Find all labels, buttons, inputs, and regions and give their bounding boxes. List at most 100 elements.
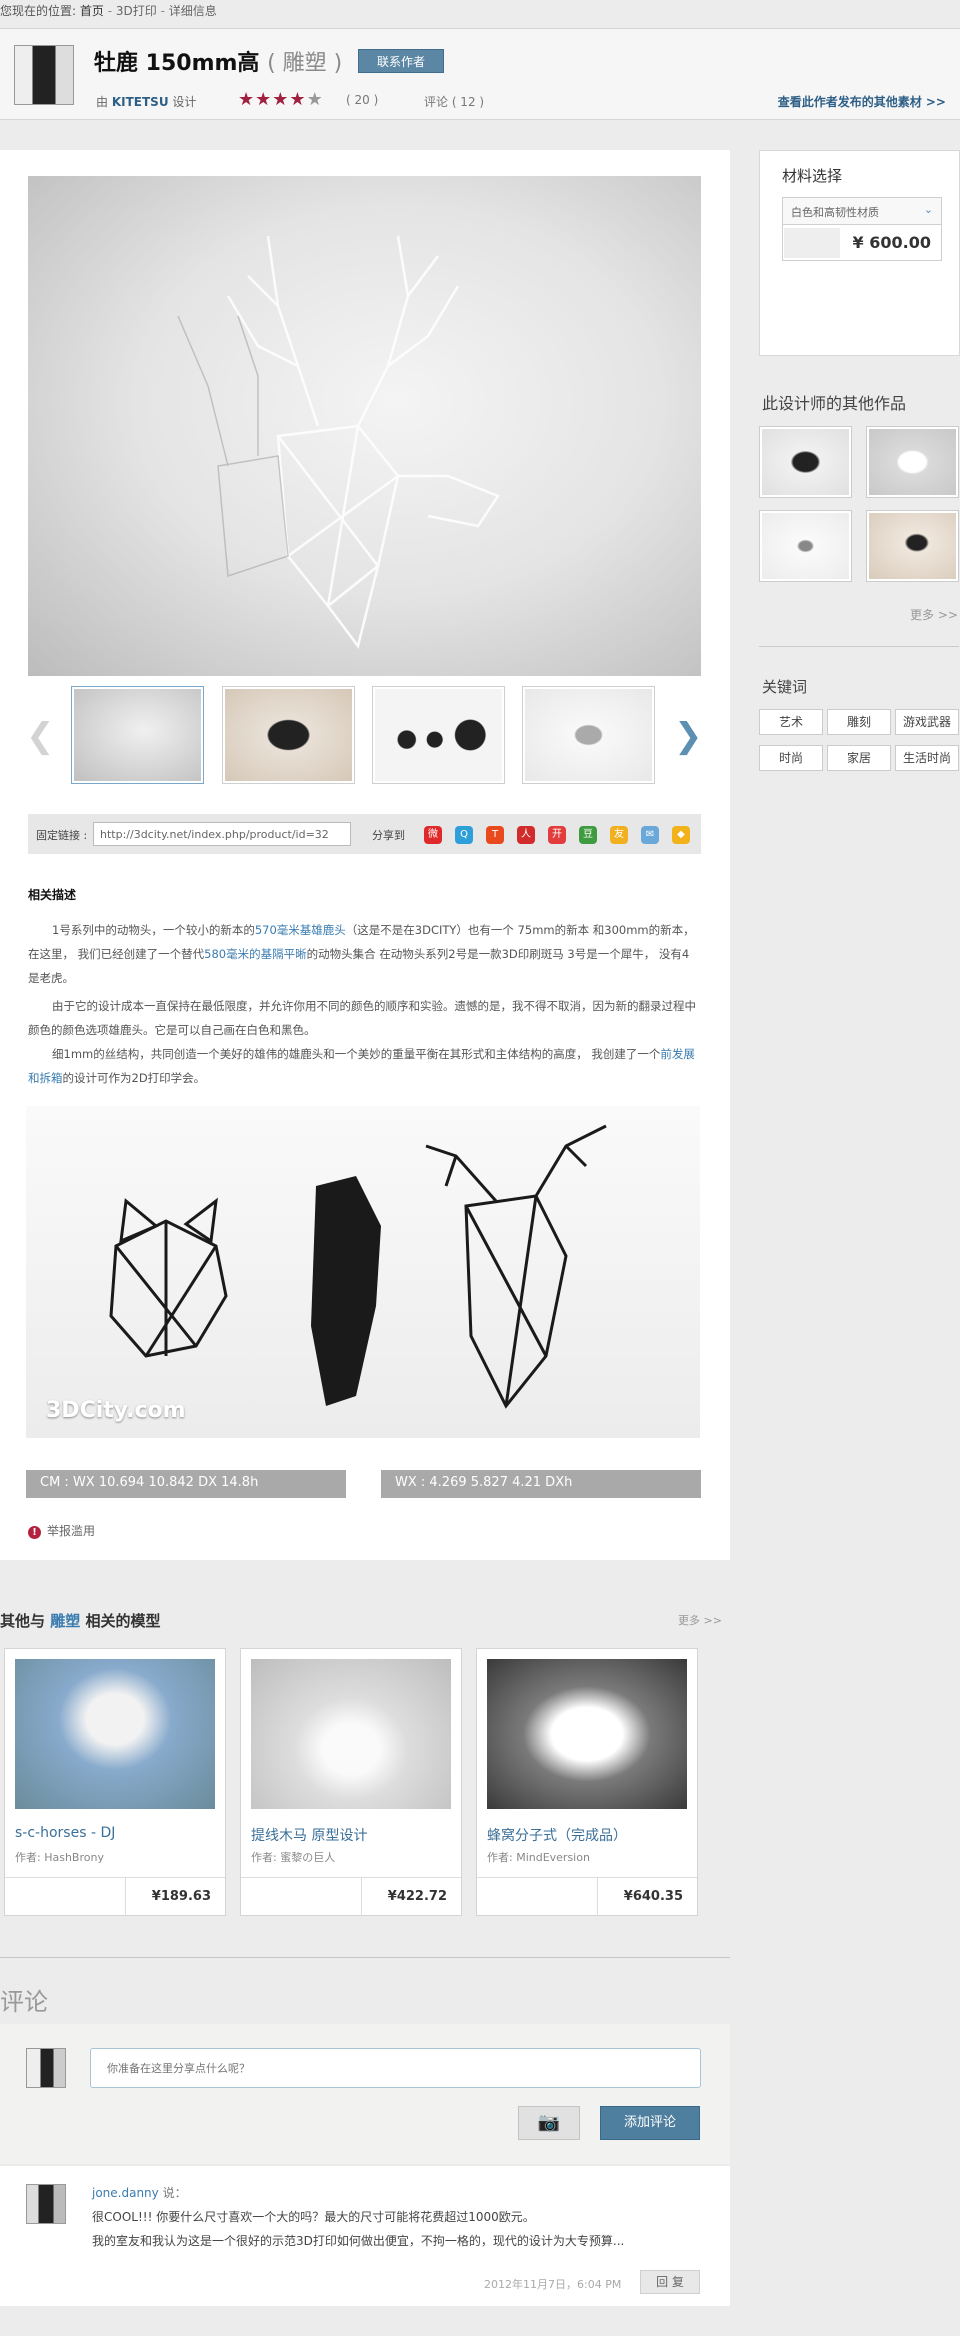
description-paragraph: 细1mm的丝结构，共同创造一个美好的雄伟的雄鹿头和一个美妙的重量平衡在其形式和主… [28, 1042, 700, 1090]
star-icon[interactable]: ★ [289, 89, 306, 110]
gallery-thumbnail[interactable] [522, 686, 655, 784]
sidebar-divider [759, 646, 959, 647]
model-name[interactable]: 蜂窝分子式（完成品） [487, 1825, 627, 1845]
current-user-avatar [26, 2048, 66, 2088]
breadcrumb-prefix: 您现在的位置: [0, 4, 77, 18]
description-link[interactable]: 570毫米基雄鹿头 [255, 923, 346, 937]
mail-icon[interactable]: ✉ [641, 826, 659, 844]
related-models-title: 其他与 雕塑 相关的模型 [0, 1610, 161, 1631]
material-price-row: ¥ 600.00 [782, 225, 942, 261]
contact-author-button[interactable]: 联系作者 [358, 49, 444, 73]
card-divider [125, 1878, 126, 1916]
commenter-name: jone.danny 说： [92, 2184, 187, 2201]
comment-count[interactable]: 评论 ( 12 ) [424, 93, 484, 110]
keyword-tag[interactable]: 时尚 [759, 745, 823, 771]
page-title: 牡鹿 150mm高 ( 雕塑 ) [94, 45, 342, 77]
add-comment-button[interactable]: 添加评论 [600, 2106, 700, 2140]
material-swatch [784, 228, 840, 258]
description-text: 的设计可作为2D打印学会。 [62, 1071, 206, 1085]
product-header: 牡鹿 150mm高 ( 雕塑 ) 联系作者 由 KITETSU 设计 ★★★★★… [0, 28, 960, 120]
keyword-tag[interactable]: 生活时尚 [895, 745, 959, 771]
gallery-thumbnail[interactable] [372, 686, 505, 784]
star-empty-icon[interactable]: ★ [307, 89, 324, 110]
camera-icon[interactable]: 📷 [518, 2106, 580, 2140]
share-label: 分享到 [372, 829, 405, 842]
card-footer: ¥422.72 [241, 1877, 461, 1916]
comment-text: 很COOL!!! 你要什么尺寸喜欢一个大的吗？最大的尺寸可能将花费超过1000欧… [92, 2210, 535, 2224]
commenter-avatar[interactable] [26, 2184, 66, 2224]
renren-icon[interactable]: 人 [517, 826, 535, 844]
related-more-link[interactable]: 更多 >> [678, 1612, 722, 1628]
tencent-icon[interactable]: T [486, 826, 504, 844]
reply-button[interactable]: 回 复 [640, 2270, 700, 2294]
pengyou-icon[interactable]: 友 [610, 826, 628, 844]
more-from-author-link[interactable]: 查看此作者发布的其他素材 >> [778, 93, 946, 110]
related-model-card[interactable]: 提线木马 原型设计 作者: 蜜黎の巨人 ¥422.72 [240, 1648, 462, 1916]
spec-dimensions-wx: WX : 4.269 5.827 4.21 DXh [381, 1470, 701, 1498]
comments-divider [0, 1957, 730, 1958]
description-heading: 相关描述 [28, 888, 77, 902]
keyword-tag[interactable]: 艺术 [759, 709, 823, 735]
animal-heads-illustration [109, 1124, 607, 1409]
material-select[interactable]: 白色和高韧性材质 ⌄ [782, 197, 942, 225]
kaixin-icon[interactable]: 开 [548, 826, 566, 844]
model-thumbnail[interactable] [487, 1659, 687, 1809]
weibo-icon[interactable]: 微 [424, 826, 442, 844]
gallery-thumbnail[interactable] [222, 686, 355, 784]
other-work-thumbnail[interactable] [866, 426, 959, 498]
model-thumbnail[interactable] [251, 1659, 451, 1809]
qzone-icon[interactable]: Q [455, 826, 473, 844]
breadcrumb-section[interactable]: 3D打印 [116, 4, 157, 18]
gallery-prev-arrow[interactable]: ❮ [26, 716, 55, 756]
description-link[interactable]: 580毫米的基隔平晰 [204, 947, 306, 961]
card-divider [597, 1878, 598, 1916]
douban-icon[interactable]: 豆 [579, 826, 597, 844]
material-selected-value: 白色和高韧性材质 [791, 206, 879, 219]
keyword-tag[interactable]: 游戏武器 [895, 709, 959, 735]
rating-stars[interactable]: ★★★★★ [238, 89, 324, 110]
permalink-label: 固定链接 : [36, 829, 88, 842]
report-abuse-link[interactable]: ! 举报滥用 [28, 1522, 95, 1539]
comment-input[interactable] [90, 2048, 701, 2088]
stag-head-illustration [177, 235, 500, 649]
keyword-tag[interactable]: 家居 [827, 745, 891, 771]
star-icon[interactable]: ★ [272, 89, 289, 110]
breadcrumb-current: 详细信息 [168, 4, 217, 18]
tag-icon[interactable]: ◆ [672, 826, 690, 844]
keywords-title: 关键词 [762, 678, 808, 696]
chevron-down-icon: ⌄ [923, 203, 933, 216]
related-model-card[interactable]: s-c-horses - DJ 作者: HashBrony ¥189.63 [4, 1648, 226, 1916]
card-footer: ¥640.35 [477, 1877, 697, 1916]
gallery-next-arrow[interactable]: ❯ [674, 716, 703, 756]
commenter-link[interactable]: jone.danny [92, 2186, 159, 2200]
permalink-input[interactable] [93, 822, 351, 846]
related-model-card[interactable]: 蜂窝分子式（完成品） 作者: MindEversion ¥640.35 [476, 1648, 698, 1916]
description-paragraph: 1号系列中的动物头，一个较小的新本的570毫米基雄鹿头（这是不是在3DCITY）… [28, 918, 700, 990]
keyword-tag[interactable]: 雕刻 [827, 709, 891, 735]
banner-logo: 3DCity.com [46, 1398, 186, 1423]
model-thumbnail[interactable] [15, 1659, 215, 1809]
other-work-thumbnail[interactable] [759, 426, 852, 498]
star-icon[interactable]: ★ [255, 89, 272, 110]
product-category[interactable]: ( 雕塑 ) [267, 51, 342, 76]
star-icon[interactable]: ★ [238, 89, 255, 110]
gallery-thumbnail[interactable] [71, 686, 204, 784]
product-name: 牡鹿 150mm高 [94, 51, 260, 76]
model-author: 作者: 蜜黎の巨人 [251, 1851, 336, 1864]
author-link[interactable]: KITETSU [112, 95, 169, 109]
other-works-title: 此设计师的其他作品 [762, 394, 907, 413]
related-category-link[interactable]: 雕塑 [50, 1612, 80, 1630]
model-name[interactable]: s-c-horses - DJ [15, 1825, 115, 1841]
product-banner-image: 3DCity.com [26, 1106, 700, 1438]
other-work-thumbnail[interactable] [759, 510, 852, 582]
spec-dimensions-cm: CM : WX 10.694 10.842 DX 14.8h [26, 1470, 346, 1498]
other-work-thumbnail[interactable] [866, 510, 959, 582]
breadcrumb-home[interactable]: 首页 [80, 4, 104, 18]
model-name[interactable]: 提线木马 原型设计 [251, 1825, 367, 1845]
rating-count: ( 20 ) [346, 93, 379, 107]
author-avatar[interactable] [14, 45, 74, 105]
related-title-suffix: 相关的模型 [85, 1612, 161, 1630]
related-title-prefix: 其他与 [0, 1612, 46, 1630]
other-works-more-link[interactable]: 更多 >> [910, 606, 958, 623]
author-byline: 由 KITETSU 设计 [96, 93, 196, 110]
